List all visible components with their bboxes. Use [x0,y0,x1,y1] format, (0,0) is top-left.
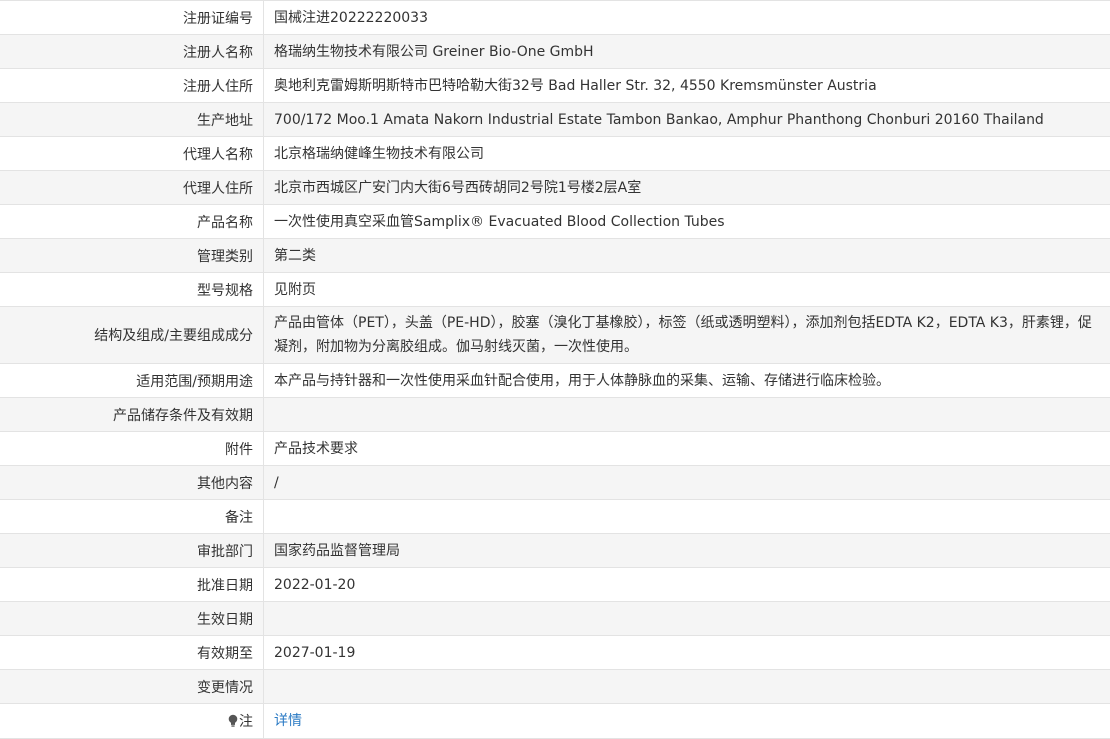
row-registrant-name: 注册人名称 格瑞纳生物技术有限公司 Greiner Bio-One GmbH [0,35,1110,69]
row-product-name: 产品名称 一次性使用真空采血管Samplix® Evacuated Blood … [0,205,1110,239]
field-value: 本产品与持针器和一次性使用采血针配合使用，用于人体静脉血的采集、运输、存储进行临… [264,364,1110,398]
field-label: 型号规格 [0,273,264,307]
field-label: 批准日期 [0,568,264,602]
note-label: 注 [239,714,253,730]
field-label: 其他内容 [0,466,264,500]
field-value: 2027-01-19 [264,636,1110,670]
field-value: 北京市西城区广安门内大街6号西砖胡同2号院1号楼2层A室 [264,171,1110,205]
field-value [264,670,1110,704]
field-label: 生效日期 [0,602,264,636]
row-storage-validity: 产品储存条件及有效期 [0,398,1110,432]
row-attachment: 附件 产品技术要求 [0,432,1110,466]
row-other-content: 其他内容 / [0,466,1110,500]
row-agent-address: 代理人住所 北京市西城区广安门内大街6号西砖胡同2号院1号楼2层A室 [0,171,1110,205]
row-note: 注 详情 [0,704,1110,739]
field-label: 适用范围/预期用途 [0,364,264,398]
field-label: 管理类别 [0,239,264,273]
field-label: 生产地址 [0,103,264,137]
field-value: 2022-01-20 [264,568,1110,602]
field-label: 附件 [0,432,264,466]
row-production-address: 生产地址 700/172 Moo.1 Amata Nakorn Industri… [0,103,1110,137]
field-label: 结构及组成/主要组成成分 [0,307,264,364]
field-value [264,500,1110,534]
field-value: 奥地利克雷姆斯明斯特市巴特哈勒大街32号 Bad Haller Str. 32,… [264,69,1110,103]
field-value: 国械注进20222220033 [264,1,1110,35]
field-value: / [264,466,1110,500]
details-link[interactable]: 详情 [274,713,302,729]
note-value-cell: 详情 [264,704,1110,739]
row-change-history: 变更情况 [0,670,1110,704]
field-label: 注册人名称 [0,35,264,69]
row-effective-date: 生效日期 [0,602,1110,636]
field-value [264,602,1110,636]
field-label: 产品储存条件及有效期 [0,398,264,432]
field-value: 见附页 [264,273,1110,307]
row-registration-number: 注册证编号 国械注进20222220033 [0,1,1110,35]
field-label: 变更情况 [0,670,264,704]
field-label: 注册证编号 [0,1,264,35]
field-value: 国家药品监督管理局 [264,534,1110,568]
field-label: 审批部门 [0,534,264,568]
row-approval-department: 审批部门 国家药品监督管理局 [0,534,1110,568]
registration-record-table: 注册证编号 国械注进20222220033 注册人名称 格瑞纳生物技术有限公司 … [0,0,1110,739]
row-management-category: 管理类别 第二类 [0,239,1110,273]
row-model-spec: 型号规格 见附页 [0,273,1110,307]
bulb-icon [228,714,238,728]
field-value [264,398,1110,432]
note-label-cell: 注 [0,704,264,739]
field-label: 注册人住所 [0,69,264,103]
row-valid-until: 有效期至 2027-01-19 [0,636,1110,670]
row-remarks: 备注 [0,500,1110,534]
field-label: 有效期至 [0,636,264,670]
field-value: 产品由管体（PET），头盖（PE-HD），胶塞（溴化丁基橡胶），标签（纸或透明塑… [264,307,1110,364]
field-value: 格瑞纳生物技术有限公司 Greiner Bio-One GmbH [264,35,1110,69]
row-registrant-address: 注册人住所 奥地利克雷姆斯明斯特市巴特哈勒大街32号 Bad Haller St… [0,69,1110,103]
row-agent-name: 代理人名称 北京格瑞纳健峰生物技术有限公司 [0,137,1110,171]
field-value: 700/172 Moo.1 Amata Nakorn Industrial Es… [264,103,1110,137]
row-structure-composition: 结构及组成/主要组成成分 产品由管体（PET），头盖（PE-HD），胶塞（溴化丁… [0,307,1110,364]
field-value: 一次性使用真空采血管Samplix® Evacuated Blood Colle… [264,205,1110,239]
row-intended-use: 适用范围/预期用途 本产品与持针器和一次性使用采血针配合使用，用于人体静脉血的采… [0,364,1110,398]
field-label: 备注 [0,500,264,534]
row-approval-date: 批准日期 2022-01-20 [0,568,1110,602]
field-value: 第二类 [264,239,1110,273]
field-value: 北京格瑞纳健峰生物技术有限公司 [264,137,1110,171]
field-label: 代理人名称 [0,137,264,171]
field-label: 代理人住所 [0,171,264,205]
field-label: 产品名称 [0,205,264,239]
field-value: 产品技术要求 [264,432,1110,466]
